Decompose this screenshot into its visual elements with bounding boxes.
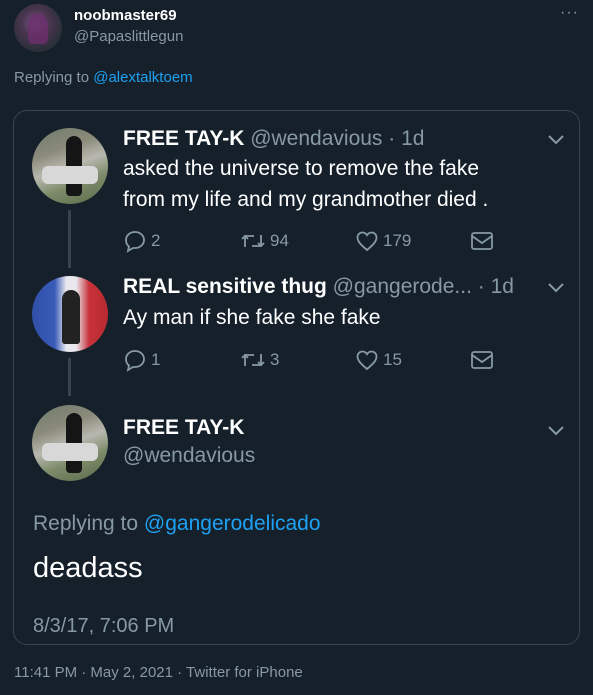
tweet-author-name[interactable]: FREE TAY-K xyxy=(123,127,244,150)
tweet-text: asked the universe to remove the fake fr… xyxy=(123,153,488,215)
replying-to: Replying to @gangerodelicado xyxy=(33,512,321,536)
reply-icon xyxy=(125,231,145,253)
tweet-text: deadass xyxy=(33,552,143,584)
thread-line xyxy=(68,210,71,268)
retweet-count: 94 xyxy=(270,231,289,250)
replying-to-link[interactable]: @gangerodelicado xyxy=(144,512,321,535)
tweet-footer-timestamp[interactable]: 11:41 PM · May 2, 2021 · Twitter for iPh… xyxy=(14,664,303,681)
retweet-button[interactable]: 3 xyxy=(240,348,279,372)
tweet-author-handle[interactable]: @wendavious xyxy=(123,444,255,468)
replying-prefix: Replying to xyxy=(33,512,144,535)
retweet-icon xyxy=(241,234,265,248)
avatar[interactable] xyxy=(14,4,62,52)
retweet-count: 3 xyxy=(270,350,280,369)
tweet-header: REAL sensitive thug @gangerode... · 1d xyxy=(123,275,514,299)
thread-line xyxy=(68,358,71,396)
like-count: 179 xyxy=(383,231,412,250)
avatar[interactable] xyxy=(32,276,108,352)
chevron-down-icon[interactable] xyxy=(548,135,564,145)
display-name[interactable]: noobmaster69 xyxy=(74,7,177,24)
like-count: 15 xyxy=(383,350,402,369)
tweet-meta[interactable]: @gangerode... · 1d xyxy=(333,275,514,298)
retweet-icon xyxy=(241,353,265,367)
reply-icon xyxy=(125,350,145,372)
tweet-author-name[interactable]: FREE TAY-K xyxy=(123,416,244,440)
tweet-meta[interactable]: @wendavious · 1d xyxy=(250,127,424,150)
reply-count: 1 xyxy=(151,350,161,369)
replying-to-link[interactable]: @alextalktoem xyxy=(93,69,192,86)
tweet-text-line: asked the universe to remove the fake xyxy=(123,157,480,180)
replying-to: Replying to @alextalktoem xyxy=(14,69,193,86)
heart-icon xyxy=(356,231,378,252)
like-button[interactable]: 15 xyxy=(355,348,402,372)
tweet-header: FREE TAY-K @wendavious · 1d xyxy=(123,127,424,151)
tweet-timestamp[interactable]: 8/3/17, 7:06 PM xyxy=(33,615,174,638)
chevron-down-icon[interactable] xyxy=(548,426,564,436)
heart-icon xyxy=(356,350,378,371)
like-button[interactable]: 179 xyxy=(355,229,411,253)
share-icon[interactable] xyxy=(470,349,494,371)
reply-button[interactable]: 2 xyxy=(123,229,160,253)
retweet-button[interactable]: 94 xyxy=(240,229,289,253)
reply-count: 2 xyxy=(151,231,161,250)
tweet-text-line: from my life and my grandmother died . xyxy=(123,188,489,211)
avatar[interactable] xyxy=(32,128,108,204)
tweet-text: Ay man if she fake she fake xyxy=(123,306,381,329)
replying-prefix: Replying to xyxy=(14,69,94,86)
avatar[interactable] xyxy=(32,405,108,481)
more-options-icon[interactable]: ··· xyxy=(560,4,579,22)
user-handle[interactable]: @Papaslittlegun xyxy=(74,28,183,45)
share-icon[interactable] xyxy=(470,230,494,252)
reply-button[interactable]: 1 xyxy=(123,348,160,372)
tweet-author-name[interactable]: REAL sensitive thug xyxy=(123,275,327,298)
chevron-down-icon[interactable] xyxy=(548,283,564,293)
